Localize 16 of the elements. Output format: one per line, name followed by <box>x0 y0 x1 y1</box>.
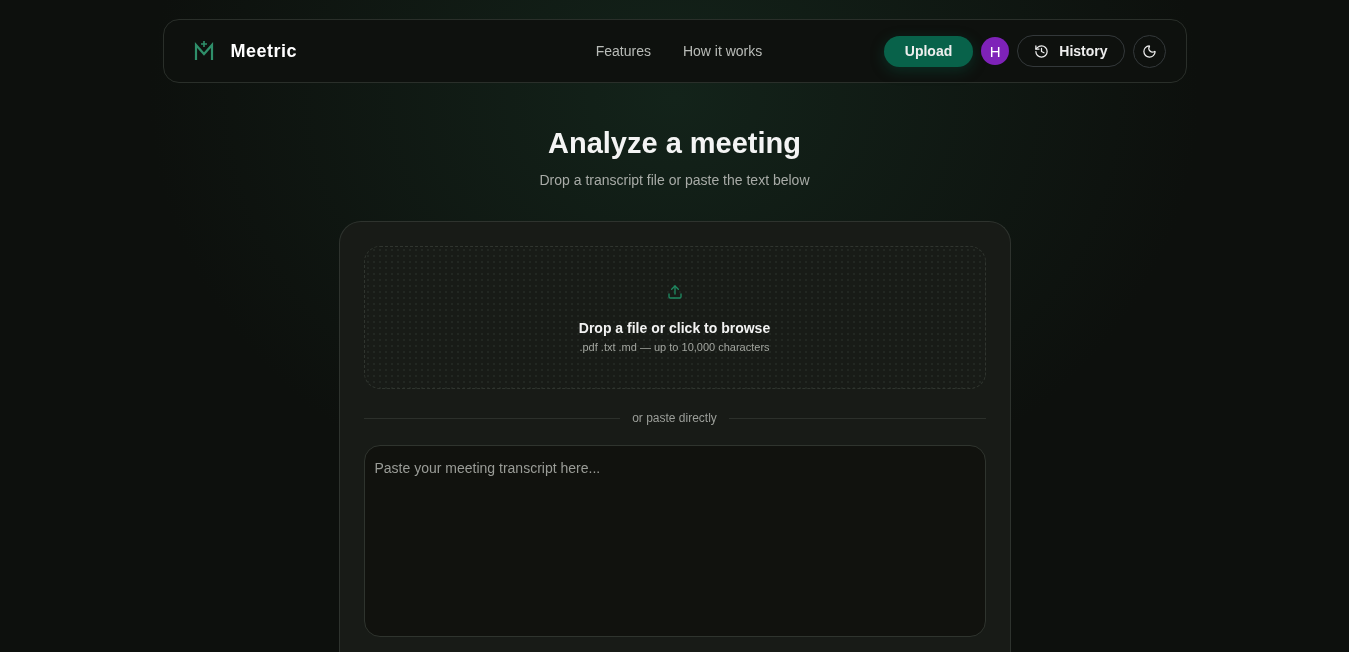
page-subtitle: Drop a transcript file or paste the text below <box>539 172 810 188</box>
upload-button[interactable]: Upload <box>883 35 974 67</box>
moon-icon <box>1141 43 1157 59</box>
dropzone-title: Drop a file or click to browse <box>578 320 771 336</box>
divider-label: or paste directly <box>632 411 717 425</box>
logo-icon <box>192 40 215 62</box>
brand-name: Meetric <box>230 40 298 62</box>
file-dropzone[interactable]: Drop a file or click to browse .pdf .txt .md — up to 10,000 characters <box>363 246 986 389</box>
transcript-input[interactable]: Paste your meeting transcript here... <box>363 445 986 637</box>
dropzone-hint: .pdf .txt .md — up to 10,000 characters <box>579 341 770 353</box>
user-avatar[interactable]: H <box>981 37 1010 65</box>
nav-link[interactable]: How it works <box>682 43 763 59</box>
nav-link[interactable]: Features <box>595 43 651 59</box>
upload-icon <box>666 284 683 300</box>
history-icon <box>1034 43 1050 59</box>
page-title: Analyze a meeting <box>548 127 801 160</box>
